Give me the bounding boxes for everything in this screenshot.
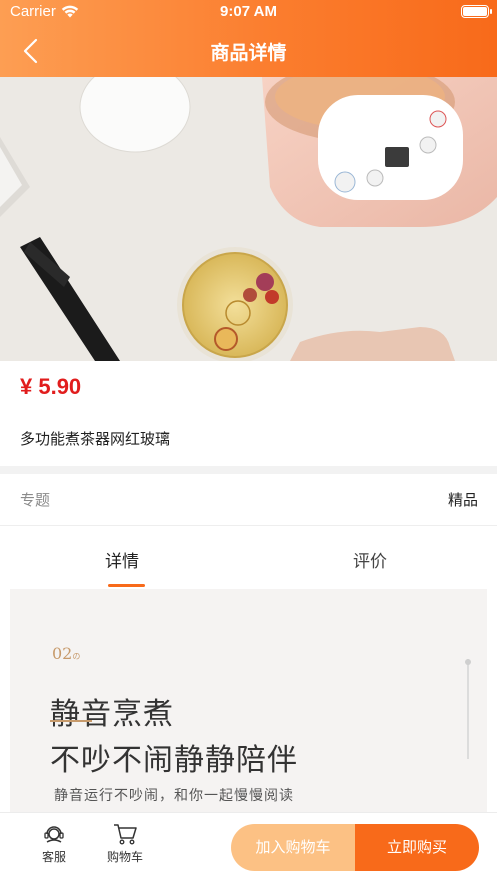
detail-heading-1: 静音烹煮 [50,697,174,732]
detail-decor-dot [465,659,471,665]
product-photo [0,77,497,361]
product-image [0,77,497,361]
navigation-bar: 商品详情 [0,26,497,77]
section-divider [0,466,497,474]
detail-heading-2: 不吵不闹静静陪伴 [50,743,298,778]
detail-number-value: 02 [52,644,73,663]
bottom-action-bar: 客服 购物车 加入购物车 立即购买 [0,812,497,883]
clock: 9:07 AM [220,3,277,20]
topic-row[interactable]: 专题 精品 [0,474,497,526]
detail-number-suffix: の [72,652,81,661]
tab-detail[interactable]: 详情 [105,547,139,572]
active-tab-indicator [108,584,145,587]
cart-icon [114,824,137,845]
customer-service-label: 客服 [41,850,66,864]
status-bar: Carrier 9:07 AM [0,0,497,26]
customer-service-icon [44,826,64,843]
cart-label: 购物车 [106,850,143,864]
detail-image: 02の 静音烹煮 不吵不闹静静陪伴 静音运行不吵闹，和你一起慢慢阅读 [10,589,487,812]
detail-decor-line [467,659,469,759]
battery-icon [461,5,492,18]
topic-value: 精品 [447,491,478,509]
product-price: ¥ 5.90 [20,374,82,399]
detail-tabs: 详情 评价 [0,527,497,588]
add-to-cart-button[interactable]: 加入购物车 [231,824,355,871]
topic-label: 专题 [20,491,51,509]
customer-service-button[interactable]: 客服 [29,823,79,865]
product-title: 多功能煮茶器网红玻璃 [20,430,171,448]
cart-button[interactable]: 购物车 [100,823,150,865]
detail-underline [50,720,92,722]
detail-subtitle: 静音运行不吵闹，和你一起慢慢阅读 [54,788,294,804]
page-title: 商品详情 [210,42,287,64]
buy-now-button[interactable]: 立即购买 [355,824,479,871]
tab-review[interactable]: 评价 [353,547,387,572]
detail-number: 02の [52,644,80,663]
